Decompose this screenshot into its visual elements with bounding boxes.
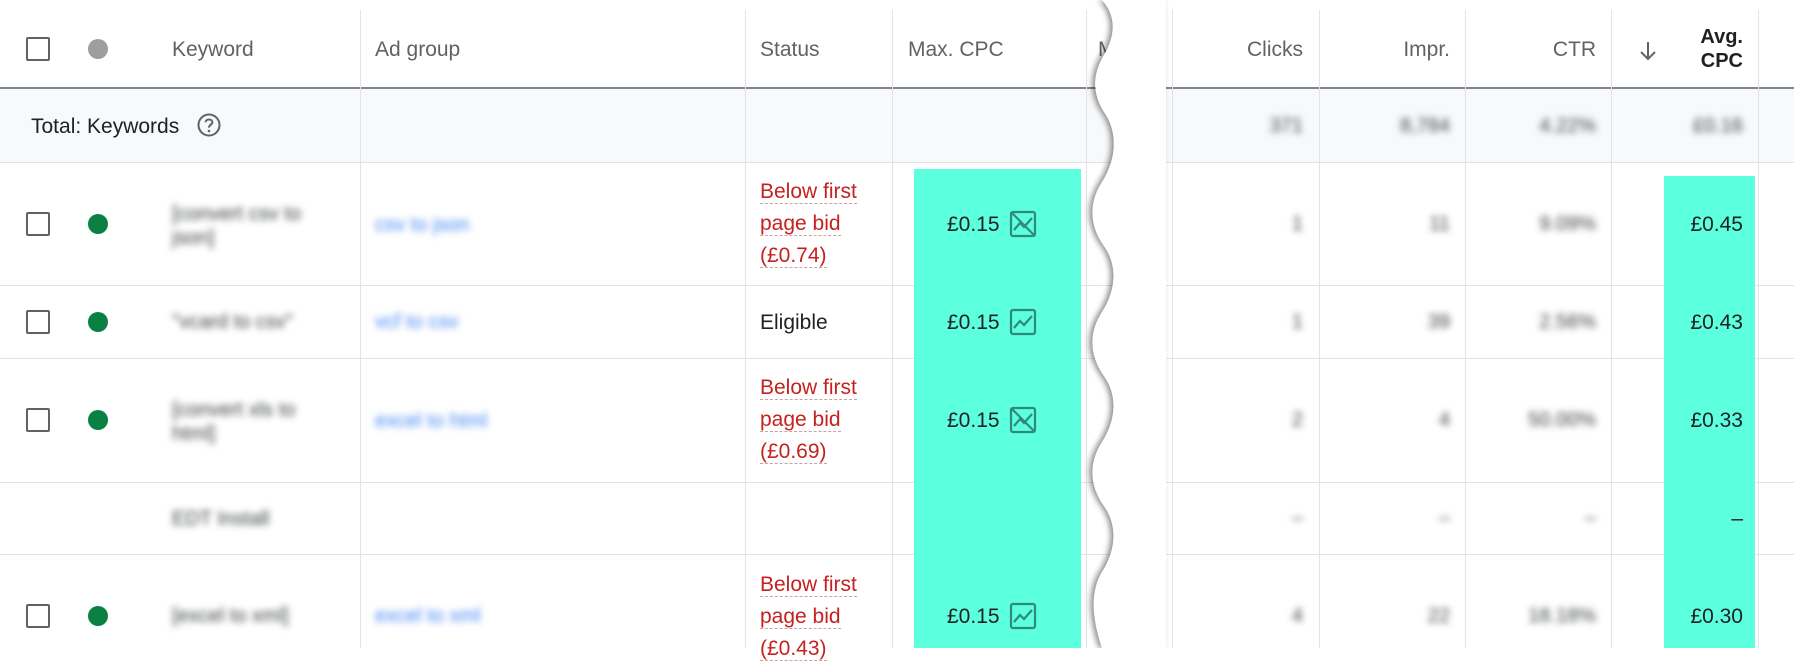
status-line: Below first [760, 376, 857, 400]
header-clicks[interactable]: Clicks [1172, 38, 1303, 62]
col-divider [360, 10, 361, 648]
row-checkbox[interactable] [26, 310, 50, 334]
ctr-cell: 2.56% [1539, 311, 1596, 333]
ad-group-link[interactable]: excel to xml [375, 605, 481, 628]
keyword-line: [convert csv to [172, 203, 301, 225]
clicks-cell: 1 [1291, 311, 1303, 333]
ad-group-link[interactable]: excel to html [375, 410, 487, 433]
col-divider [1758, 10, 1759, 648]
ctr-cell: – [1584, 507, 1596, 529]
header-keyword[interactable]: Keyword [172, 38, 254, 62]
total-avg-cpc: £0.16 [1692, 115, 1743, 137]
total-clicks: 371 [1269, 115, 1303, 137]
keyword-text[interactable]: [convert csv to json] [172, 202, 301, 250]
row-divider [0, 285, 1794, 286]
avg-cpc-cell: – [1731, 507, 1743, 530]
avg-cpc-cell: £0.33 [1690, 409, 1743, 432]
header-avg-cpc[interactable]: Avg. CPC [1660, 25, 1743, 73]
torn-edge-divider [1092, 0, 1166, 648]
keyword-text[interactable]: [convert xls to html] [172, 398, 295, 446]
header-max-cpc[interactable]: Max. CPC [908, 38, 1004, 62]
max-cpc-value[interactable]: £0.15 [947, 311, 1000, 335]
keyword-text[interactable]: [excel to xml] [172, 605, 289, 628]
status-line: page bid [760, 212, 841, 236]
clicks-cell: 1 [1291, 213, 1303, 235]
impr-cell: 4 [1438, 409, 1450, 431]
select-all-checkbox[interactable] [26, 37, 50, 61]
status-line: Below first [760, 573, 857, 597]
max-cpc-value[interactable]: £0.15 [947, 409, 1000, 433]
row-divider [0, 162, 1794, 163]
avg-cpc-cell: £0.43 [1690, 311, 1743, 334]
status-line: (£0.43) [760, 637, 827, 661]
chart-icon[interactable] [1008, 307, 1038, 337]
keyword-line: [convert xls to [172, 399, 296, 421]
keyword-text[interactable]: "vcard to csv" [172, 311, 293, 334]
row-divider [0, 554, 1794, 555]
chart-off-icon[interactable] [1008, 209, 1038, 239]
total-ctr: 4.22% [1539, 115, 1596, 137]
avg-cpc-cell: £0.30 [1690, 605, 1743, 628]
max-cpc-value[interactable]: £0.15 [947, 605, 1000, 629]
impr-cell: – [1438, 507, 1450, 529]
row-divider [0, 358, 1794, 359]
row-checkbox[interactable] [26, 408, 50, 432]
impr-cell: 39 [1427, 311, 1450, 333]
ad-group-link[interactable]: csv to json [375, 214, 469, 237]
row-checkbox[interactable] [26, 604, 50, 628]
total-impr: 8,784 [1399, 115, 1450, 137]
keyword-text: EDT Install [172, 508, 270, 530]
max-cpc-value[interactable]: £0.15 [947, 213, 1000, 237]
enabled-status-dot [88, 606, 108, 626]
enabled-status-dot [88, 410, 108, 430]
status-line: (£0.69) [760, 440, 827, 464]
clicks-cell: 2 [1291, 409, 1303, 431]
clicks-cell: – [1291, 507, 1303, 529]
status-below-first-page-bid[interactable]: Below first page bid (£0.43) [760, 569, 857, 665]
help-circle-icon[interactable] [196, 112, 222, 138]
status-column-dot [88, 39, 108, 59]
status-line: page bid [760, 605, 841, 629]
header-avg-cpc-line2: CPC [1700, 50, 1743, 72]
header-impr[interactable]: Impr. [1319, 38, 1450, 62]
enabled-status-dot [88, 214, 108, 234]
clicks-cell: 4 [1291, 605, 1303, 627]
col-divider [745, 10, 746, 648]
header-ad-group[interactable]: Ad group [375, 38, 460, 62]
header-avg-cpc-line1: Avg. [1700, 26, 1743, 48]
row-checkbox[interactable] [26, 212, 50, 236]
chart-off-icon[interactable] [1008, 405, 1038, 435]
ctr-cell: 9.09% [1539, 213, 1596, 235]
impr-cell: 11 [1429, 213, 1450, 235]
header-ctr[interactable]: CTR [1465, 38, 1596, 62]
impr-cell: 22 [1427, 605, 1450, 627]
status-below-first-page-bid[interactable]: Below first page bid (£0.69) [760, 372, 857, 468]
status-eligible[interactable]: Eligible [760, 311, 828, 335]
avg-cpc-cell: £0.45 [1690, 213, 1743, 236]
keyword-line: json] [172, 227, 215, 249]
arrow-down-icon[interactable] [1636, 39, 1660, 63]
status-line: (£0.74) [760, 244, 827, 268]
ad-group-link[interactable]: vcf to csv [375, 311, 458, 334]
status-line: page bid [760, 408, 841, 432]
row-divider [0, 482, 1794, 483]
ctr-cell: 50.00% [1528, 409, 1596, 431]
total-label: Total: Keywords [31, 115, 180, 138]
ctr-cell: 18.18% [1528, 605, 1596, 627]
chart-icon[interactable] [1008, 601, 1038, 631]
status-line: Below first [760, 180, 857, 204]
enabled-status-dot [88, 312, 108, 332]
header-divider [0, 87, 1794, 89]
status-below-first-page-bid[interactable]: Below first page bid (£0.74) [760, 176, 857, 272]
header-status[interactable]: Status [760, 38, 820, 62]
col-divider [892, 10, 893, 648]
keyword-line: html] [172, 423, 216, 445]
